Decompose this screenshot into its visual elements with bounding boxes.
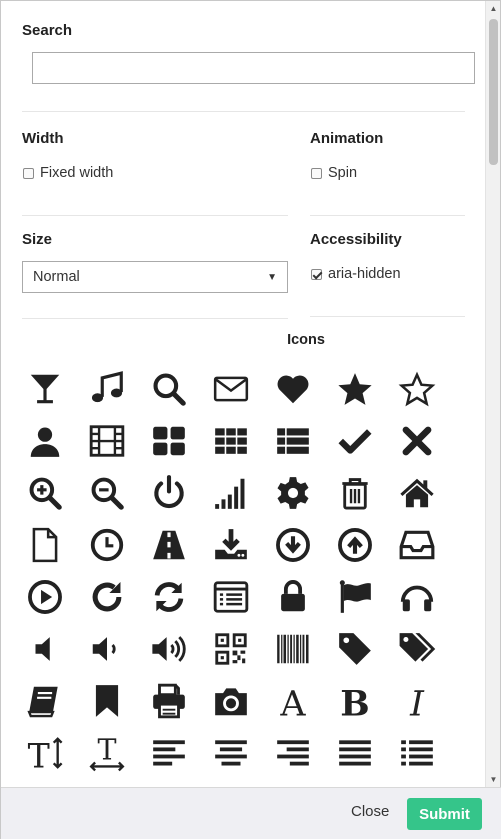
tag-icon[interactable] bbox=[332, 626, 378, 672]
animation-label: Animation bbox=[310, 130, 384, 147]
icons-title: Icons bbox=[287, 332, 325, 348]
close-button[interactable]: Close bbox=[351, 803, 389, 820]
divider bbox=[22, 318, 288, 319]
search-input[interactable] bbox=[32, 52, 475, 84]
signal-icon[interactable] bbox=[208, 470, 254, 516]
arrow-circle-down-icon[interactable] bbox=[270, 522, 316, 568]
aria-hidden-checkbox[interactable]: aria-hidden bbox=[311, 266, 401, 282]
camera-icon[interactable] bbox=[208, 678, 254, 724]
size-select[interactable]: Normal ▼ bbox=[22, 261, 288, 293]
times-icon[interactable] bbox=[394, 418, 440, 464]
align-right-icon[interactable] bbox=[270, 730, 316, 776]
file-icon[interactable] bbox=[22, 522, 68, 568]
fixed-width-label: Fixed width bbox=[40, 165, 114, 181]
search-label: Search bbox=[22, 22, 73, 39]
cog-icon[interactable] bbox=[270, 470, 316, 516]
book-icon[interactable] bbox=[22, 678, 68, 724]
list-alt-icon[interactable] bbox=[208, 574, 254, 620]
power-icon[interactable] bbox=[146, 470, 192, 516]
accessibility-label: Accessibility bbox=[310, 231, 402, 248]
checkbox-box[interactable] bbox=[311, 268, 322, 280]
lock-icon[interactable] bbox=[270, 574, 316, 620]
download-icon[interactable] bbox=[208, 522, 254, 568]
barcode-icon[interactable] bbox=[270, 626, 316, 672]
svg-text:A: A bbox=[279, 684, 306, 720]
heart-icon[interactable] bbox=[270, 366, 316, 412]
glass-icon[interactable] bbox=[22, 366, 68, 412]
th-icon[interactable] bbox=[208, 418, 254, 464]
width-label: Width bbox=[22, 130, 64, 147]
bold-icon[interactable]: B bbox=[332, 678, 378, 724]
volume-off-icon[interactable] bbox=[22, 626, 68, 672]
star-icon[interactable] bbox=[332, 366, 378, 412]
headphones-icon[interactable] bbox=[394, 574, 440, 620]
svg-text:B: B bbox=[340, 683, 369, 720]
zoom-out-icon[interactable] bbox=[84, 470, 130, 516]
align-center-icon[interactable] bbox=[208, 730, 254, 776]
svg-text:I: I bbox=[409, 684, 425, 720]
spin-label: Spin bbox=[328, 165, 358, 181]
road-icon[interactable] bbox=[146, 522, 192, 568]
font-icon[interactable]: A bbox=[270, 678, 316, 724]
th-list-icon[interactable] bbox=[270, 418, 316, 464]
scroll-down-arrow-icon[interactable]: ▼ bbox=[486, 772, 501, 787]
text-width-icon[interactable]: T bbox=[84, 730, 130, 776]
aria-hidden-label: aria-hidden bbox=[328, 266, 401, 282]
size-label: Size bbox=[22, 231, 53, 248]
checkbox-box[interactable] bbox=[311, 167, 322, 179]
envelope-icon[interactable] bbox=[208, 366, 254, 412]
trash-icon[interactable] bbox=[332, 470, 378, 516]
bookmark-icon[interactable] bbox=[84, 678, 130, 724]
size-selected-value: Normal bbox=[33, 269, 80, 285]
th-large-icon[interactable] bbox=[146, 418, 192, 464]
volume-down-icon[interactable] bbox=[84, 626, 130, 672]
divider bbox=[22, 111, 465, 112]
home-icon[interactable] bbox=[394, 470, 440, 516]
flag-icon[interactable] bbox=[332, 574, 378, 620]
print-icon[interactable] bbox=[146, 678, 192, 724]
scrollbar-thumb[interactable] bbox=[489, 19, 498, 165]
scroll-up-arrow-icon[interactable]: ▲ bbox=[486, 1, 501, 16]
tags-icon[interactable] bbox=[394, 626, 440, 672]
list-icon[interactable] bbox=[394, 730, 440, 776]
divider bbox=[310, 215, 465, 216]
dialog-body[interactable]: Search Width Fixed width Animation Spin … bbox=[1, 1, 487, 787]
qrcode-icon[interactable] bbox=[208, 626, 254, 672]
user-icon[interactable] bbox=[22, 418, 68, 464]
align-left-icon[interactable] bbox=[146, 730, 192, 776]
film-icon[interactable] bbox=[84, 418, 130, 464]
arrow-circle-up-icon[interactable] bbox=[332, 522, 378, 568]
align-justify-icon[interactable] bbox=[332, 730, 378, 776]
divider bbox=[310, 316, 465, 317]
zoom-in-icon[interactable] bbox=[22, 470, 68, 516]
checkbox-box[interactable] bbox=[23, 167, 34, 179]
inbox-icon[interactable] bbox=[394, 522, 440, 568]
play-circle-icon[interactable] bbox=[22, 574, 68, 620]
vertical-scrollbar[interactable]: ▲ ▼ bbox=[485, 1, 500, 787]
submit-button[interactable]: Submit bbox=[407, 798, 482, 830]
check-icon[interactable] bbox=[332, 418, 378, 464]
divider bbox=[22, 215, 288, 216]
refresh-icon[interactable] bbox=[146, 574, 192, 620]
fixed-width-checkbox[interactable]: Fixed width bbox=[23, 165, 113, 181]
text-height-icon[interactable]: T bbox=[22, 730, 68, 776]
icon-picker-dialog: Search Width Fixed width Animation Spin … bbox=[0, 0, 501, 839]
clock-icon[interactable] bbox=[84, 522, 130, 568]
italic-icon[interactable]: I bbox=[394, 678, 440, 724]
chevron-down-icon: ▼ bbox=[267, 271, 277, 283]
volume-up-icon[interactable] bbox=[146, 626, 192, 672]
music-icon[interactable] bbox=[84, 366, 130, 412]
svg-text:T: T bbox=[28, 736, 50, 772]
repeat-icon[interactable] bbox=[84, 574, 130, 620]
spin-checkbox[interactable]: Spin bbox=[311, 165, 357, 181]
svg-text:T: T bbox=[97, 734, 116, 766]
dialog-footer: Close Submit bbox=[1, 787, 501, 839]
star-outline-icon[interactable] bbox=[394, 366, 440, 412]
search-icon[interactable] bbox=[146, 366, 192, 412]
